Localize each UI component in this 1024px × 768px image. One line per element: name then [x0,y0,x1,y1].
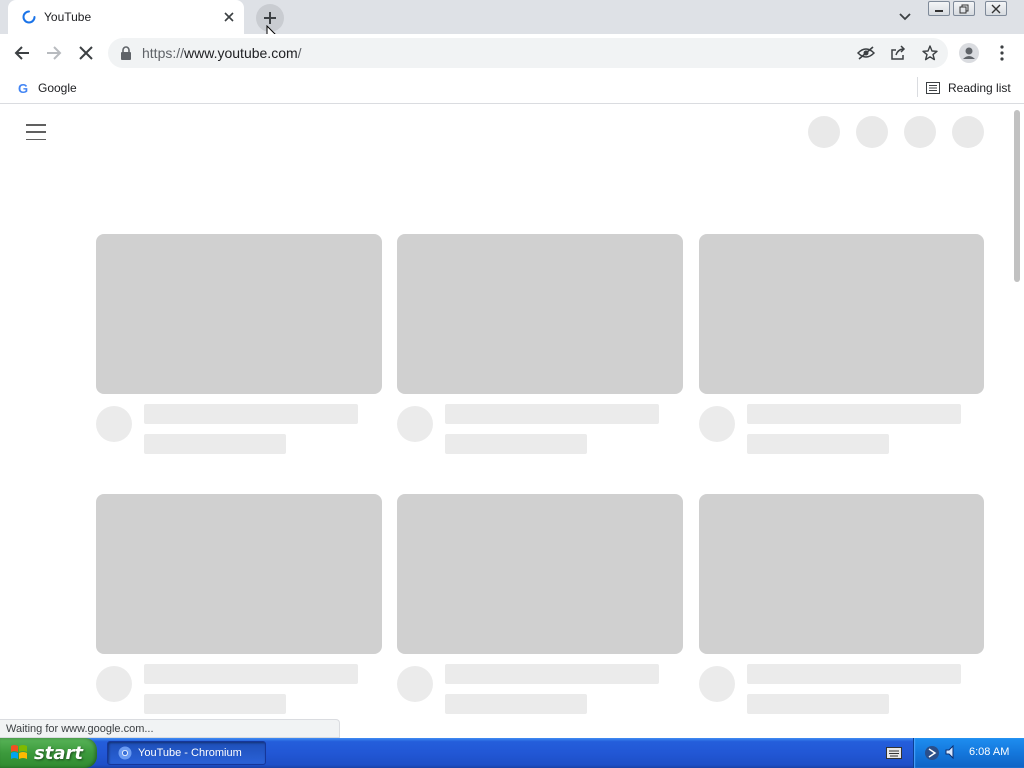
bookmark-label: Google [38,81,77,95]
title-placeholder [144,664,358,684]
thumbnail-placeholder [397,494,683,654]
title-placeholder [445,404,659,424]
meta-placeholder [747,434,889,454]
plus-icon [264,12,276,24]
clock: 6:08 AM [969,746,1010,758]
menu-button[interactable] [989,40,1015,66]
hamburger-menu-icon[interactable] [26,124,46,140]
bookmark-star-button[interactable] [920,43,940,63]
chevron-down-icon [899,13,911,21]
tracking-blocked-button[interactable] [856,43,876,63]
close-icon [991,4,1001,13]
forward-button[interactable] [41,40,67,66]
channel-avatar-placeholder [699,406,735,442]
meta-placeholder [445,694,587,714]
status-bubble: Waiting for www.google.com... [0,719,340,738]
close-icon [224,12,234,22]
start-label: start [34,742,83,764]
network-icon[interactable] [924,745,940,761]
meta-placeholder [144,434,286,454]
video-card-placeholder [96,494,382,714]
channel-avatar-placeholder [699,666,735,702]
title-placeholder [144,404,358,424]
page-scrollbar[interactable] [1010,104,1024,738]
url-host: www.youtube.com [184,45,298,61]
meta-placeholder [144,694,286,714]
loading-spinner-icon [22,10,36,24]
title-placeholder [747,404,961,424]
video-card-placeholder [699,234,984,454]
bookmarks-bar: G Google Reading list [0,72,1024,104]
url-text[interactable]: https://www.youtube.com/ [142,45,302,61]
taskbar-item-label: YouTube - Chromium [138,747,242,759]
avatar-icon [959,43,979,63]
close-icon [79,46,93,60]
meta-placeholder [445,434,587,454]
minimize-button[interactable] [928,1,950,16]
tab-title: YouTube [44,10,92,24]
share-button[interactable] [888,43,908,63]
url-scheme: https:// [142,45,185,61]
channel-avatar-placeholder [96,406,132,442]
thumbnail-placeholder [96,234,382,394]
title-placeholder [445,664,659,684]
channel-avatar-placeholder [96,666,132,702]
close-window-button[interactable] [985,1,1007,16]
stop-loading-button[interactable] [73,40,99,66]
windows-taskbar: start YouTube - Chromium 6:08 AM [0,738,1024,768]
thumbnail-placeholder [397,234,683,394]
scrollbar-thumb[interactable] [1014,110,1020,282]
close-tab-button[interactable] [220,8,238,26]
bookmarks-separator [917,77,918,97]
video-card-placeholder [699,494,984,714]
star-icon [922,45,938,61]
thumbnail-placeholder [96,494,382,654]
tab-search-button[interactable] [896,8,914,26]
reading-list-icon [926,82,940,94]
title-placeholder [747,664,961,684]
reading-list-label: Reading list [948,81,1011,95]
lock-icon[interactable] [120,46,132,60]
header-placeholder-circle [904,116,936,148]
start-button[interactable]: start [0,738,97,768]
windows-logo-icon [11,745,27,759]
tab-youtube[interactable]: YouTube [8,0,244,34]
google-favicon-icon: G [17,80,29,96]
video-card-placeholder [397,494,683,714]
chromium-icon [118,746,132,760]
url-path: / [297,45,302,61]
system-tray: 6:08 AM [913,738,1024,768]
header-placeholder-circle [856,116,888,148]
channel-avatar-placeholder [397,406,433,442]
youtube-page [0,104,1010,738]
reading-list-button[interactable]: Reading list [926,77,1011,99]
back-button[interactable] [9,40,35,66]
meta-placeholder [747,694,889,714]
channel-avatar-placeholder [397,666,433,702]
eye-slash-icon [857,46,875,60]
more-vertical-icon [1000,45,1004,61]
tab-strip: YouTube [0,0,1024,46]
profile-button[interactable] [956,40,982,66]
browser-toolbar: https://www.youtube.com/ [0,34,1024,72]
address-bar[interactable]: https://www.youtube.com/ [108,38,948,68]
restore-icon [959,4,969,13]
arrow-left-icon [14,46,29,60]
keyboard-icon[interactable] [886,747,902,759]
thumbnail-placeholder [699,494,984,654]
volume-icon[interactable] [944,745,958,759]
bookmark-google[interactable]: G Google [12,77,81,99]
taskbar-item-chromium[interactable]: YouTube - Chromium [107,741,266,765]
restore-button[interactable] [953,1,975,16]
video-card-placeholder [96,234,382,454]
header-placeholder-circle [952,116,984,148]
share-icon [891,45,906,60]
video-card-placeholder [397,234,683,454]
header-placeholder-circle [808,116,840,148]
minimize-icon [935,9,943,12]
arrow-right-icon [47,46,62,60]
thumbnail-placeholder [699,234,984,394]
